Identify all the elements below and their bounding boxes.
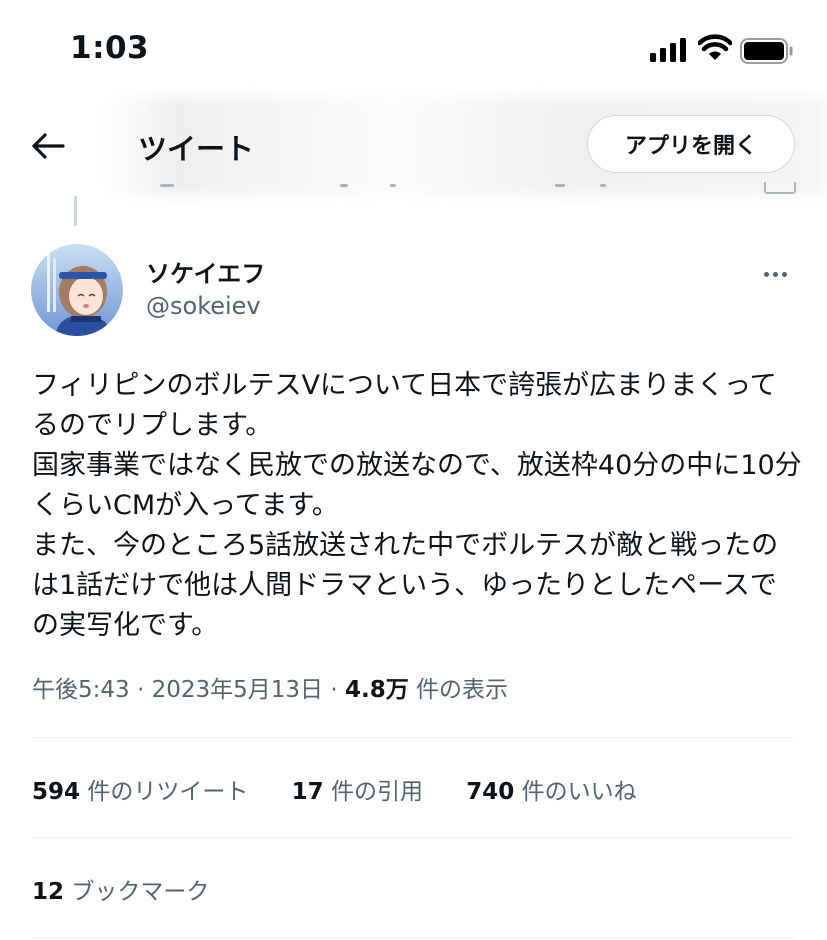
retweets-count: 594 <box>32 779 81 805</box>
tweet-date[interactable]: 2023年5月13日 <box>152 677 323 703</box>
scrolled-content-peek <box>0 180 827 196</box>
bookmarks-label: ブックマーク <box>71 879 210 905</box>
tweet-meta: 午後5:43 · 2023年5月13日 · 4.8万 件の表示 <box>32 670 508 704</box>
status-time: 1:03 <box>70 30 150 66</box>
views-count: 4.8万 <box>344 677 409 703</box>
tweet-time[interactable]: 午後5:43 <box>32 677 130 703</box>
avatar[interactable] <box>31 244 123 336</box>
engagement-stats: 594 件のリツイート 17 件の引用 740 件のいいね <box>32 772 673 806</box>
back-arrow-icon[interactable] <box>30 130 66 162</box>
divider <box>32 737 795 738</box>
quotes-label: 件の引用 <box>330 779 423 805</box>
author-handle[interactable]: @sokeiev <box>146 292 261 320</box>
meta-separator: · <box>330 677 338 703</box>
divider <box>32 937 795 938</box>
likes-label: 件のいいね <box>521 779 637 805</box>
views-label: 件の表示 <box>416 677 509 703</box>
tweet-text: フィリピンのボルテスVについて日本で誇張が広まりまくってるのでリプします。 国家… <box>32 370 802 641</box>
retweets-stat[interactable]: 594 件のリツイート <box>32 779 248 805</box>
author-name[interactable]: ソケイエフ <box>146 254 265 289</box>
bookmarks-count: 12 <box>32 879 65 905</box>
wifi-icon <box>698 34 732 60</box>
page-title: ツイート <box>138 132 255 166</box>
open-app-button[interactable]: アプリを開く <box>587 115 795 173</box>
more-options-icon[interactable] <box>764 262 794 278</box>
cellular-signal-icon <box>650 38 686 62</box>
quotes-stat[interactable]: 17 件の引用 <box>292 779 423 805</box>
battery-icon <box>740 38 793 64</box>
divider <box>32 837 795 838</box>
bookmarks-stat[interactable]: 12 ブックマーク <box>32 872 209 906</box>
meta-separator: · <box>136 677 145 703</box>
likes-stat[interactable]: 740 件のいいね <box>466 779 636 805</box>
status-bar: 1:03 <box>0 0 827 96</box>
quotes-count: 17 <box>291 779 324 805</box>
likes-count: 740 <box>466 779 515 805</box>
retweets-label: 件のリツイート <box>87 779 249 805</box>
thread-connector-line <box>74 196 77 226</box>
top-nav-bar: ツイート アプリを開く <box>0 96 827 196</box>
